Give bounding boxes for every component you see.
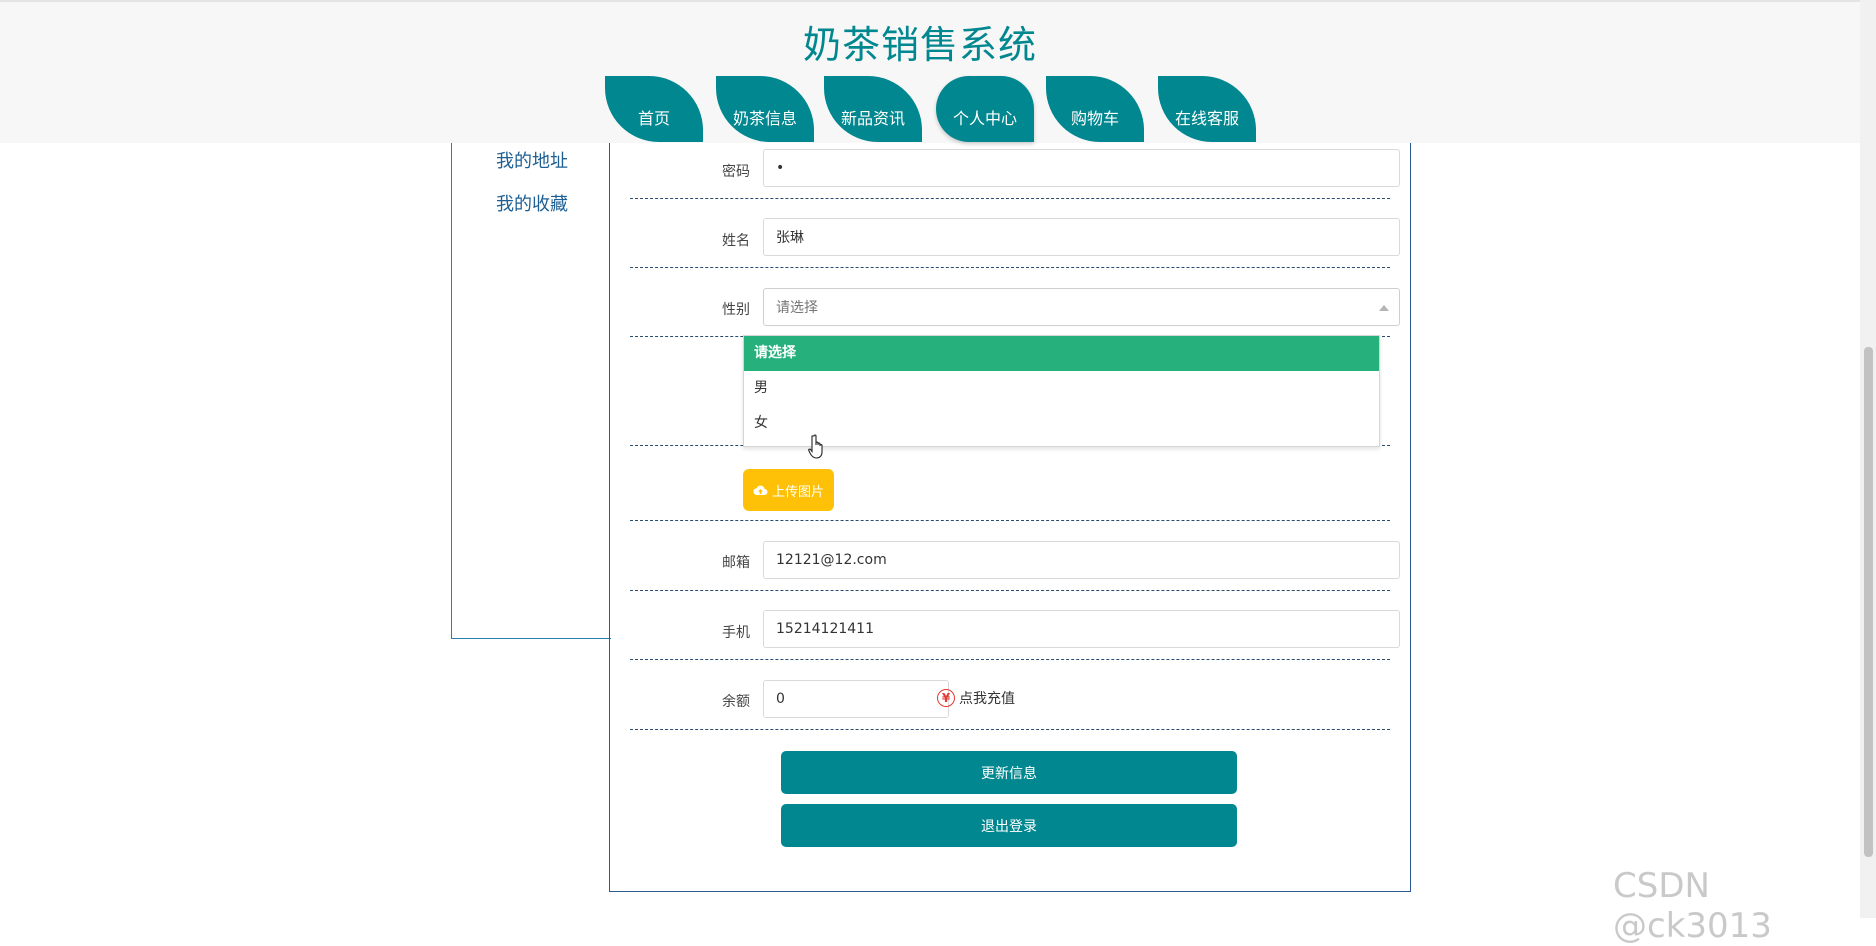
sidebar-item-my-favorites[interactable]: 我的收藏	[496, 190, 568, 216]
password-label: 密码	[722, 164, 750, 180]
nav-item-personal-center[interactable]: 个人中心	[936, 76, 1034, 142]
cloud-upload-icon	[753, 485, 768, 496]
site-title: 奶茶销售系统	[802, 23, 1037, 67]
caret-up-icon	[1379, 305, 1389, 311]
recharge-label: 点我充值	[959, 691, 1015, 707]
balance-label: 余额	[722, 694, 750, 710]
nav-item-cart[interactable]: 购物车	[1046, 76, 1144, 142]
recharge-link[interactable]: ¥ 点我充值	[937, 688, 1015, 708]
name-input[interactable]	[763, 218, 1400, 256]
form-row-email: 邮箱	[630, 521, 1400, 591]
upload-image-button[interactable]: 上传图片	[743, 469, 834, 511]
gender-dropdown: 请选择 男 女	[743, 335, 1380, 447]
gender-select-value: 请选择	[776, 300, 818, 316]
form-row-phone: 手机	[630, 591, 1400, 660]
email-input[interactable]	[763, 541, 1400, 579]
gender-option-placeholder[interactable]: 请选择	[744, 336, 1379, 371]
nav-item-home[interactable]: 首页	[605, 76, 703, 142]
phone-input[interactable]	[763, 610, 1400, 648]
main-nav: 首页 奶茶信息 新品资讯 个人中心 购物车 在线客服	[0, 76, 1860, 142]
update-info-button[interactable]: 更新信息	[781, 751, 1237, 794]
yuan-icon: ¥	[937, 689, 955, 707]
sidebar: 我的地址 我的收藏	[451, 141, 611, 639]
form-row-gender: 性别 请选择	[630, 268, 1400, 337]
gender-option-female[interactable]: 女	[744, 406, 1379, 441]
balance-input[interactable]	[763, 680, 949, 718]
email-label: 邮箱	[722, 555, 750, 571]
site-header: 奶茶销售系统 首页 奶茶信息 新品资讯 个人中心 购物车 在线客服	[0, 0, 1860, 143]
name-label: 姓名	[722, 233, 750, 249]
sidebar-item-my-address[interactable]: 我的地址	[496, 147, 568, 173]
nav-item-new-products[interactable]: 新品资讯	[824, 76, 922, 142]
hand-pointer-icon	[808, 434, 823, 459]
nav-item-online-service[interactable]: 在线客服	[1158, 76, 1256, 142]
nav-item-milk-tea-info[interactable]: 奶茶信息	[716, 76, 814, 142]
watermark: CSDN @ck3013	[1613, 866, 1772, 946]
upload-image-label: 上传图片	[771, 484, 824, 500]
gender-select[interactable]: 请选择	[763, 288, 1400, 326]
page-scrollbar-thumb[interactable]	[1864, 347, 1873, 857]
gender-option-male[interactable]: 男	[744, 371, 1379, 406]
logout-button[interactable]: 退出登录	[781, 804, 1237, 847]
gender-label: 性别	[722, 302, 750, 318]
form-row-password: 密码	[630, 141, 1400, 199]
phone-label: 手机	[722, 625, 750, 641]
form-row-name: 姓名	[630, 199, 1400, 268]
password-input[interactable]	[763, 149, 1400, 187]
